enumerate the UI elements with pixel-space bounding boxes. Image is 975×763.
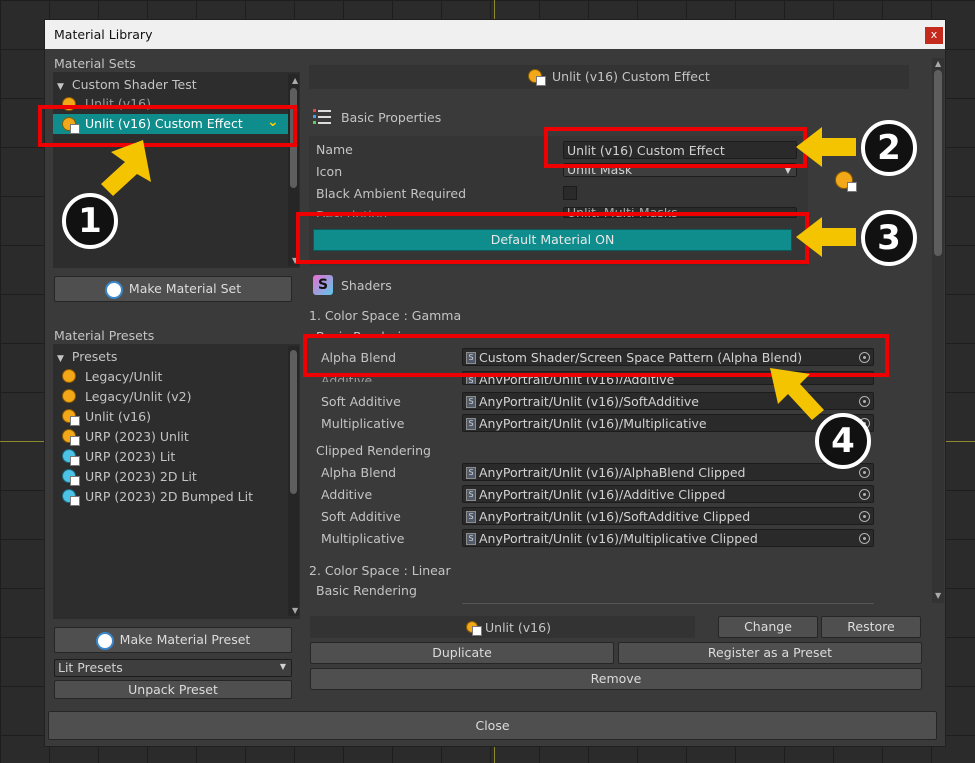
duplicate-button[interactable]: Duplicate bbox=[310, 642, 614, 664]
arrow-icon bbox=[796, 127, 856, 167]
legacy-unlit-v2-icon bbox=[62, 389, 76, 403]
unpack-preset-button[interactable]: Unpack Preset bbox=[54, 680, 292, 699]
make-material-preset-button[interactable]: Make Material Preset bbox=[54, 627, 292, 653]
pie-chart-icon bbox=[104, 280, 123, 299]
clipped-field-soft-additive[interactable]: S AnyPortrait/Unlit (v16)/SoftAdditive C… bbox=[462, 507, 874, 525]
shader-file-icon: S bbox=[466, 533, 476, 545]
black-ambient-label: Black Ambient Required bbox=[316, 186, 467, 201]
sets-group-expander[interactable]: ▼ Custom Shader Test bbox=[57, 77, 197, 92]
divider bbox=[462, 603, 874, 604]
shader-path: AnyPortrait/Unlit (v16)/Additive Clipped bbox=[479, 487, 726, 502]
arrow-icon bbox=[101, 140, 151, 196]
shader-path: AnyPortrait/Unlit (v16)/SoftAdditive bbox=[479, 394, 699, 409]
linear-basic-rendering-heading: Basic Rendering bbox=[316, 583, 417, 598]
shader-path: AnyPortrait/Unlit (v16)/SoftAdditive Cli… bbox=[479, 509, 751, 524]
annotation-box-1 bbox=[38, 105, 297, 147]
remove-button[interactable]: Remove bbox=[310, 668, 922, 690]
object-picker-icon[interactable] bbox=[859, 467, 870, 478]
annotation-box-2 bbox=[544, 127, 807, 168]
clipped-field-additive[interactable]: S AnyPortrait/Unlit (v16)/Additive Clipp… bbox=[462, 485, 874, 503]
callout-4: 4 bbox=[815, 413, 871, 469]
shader-file-icon: S bbox=[466, 467, 476, 479]
base-material-icon bbox=[466, 621, 482, 636]
presets-group-label: Presets bbox=[71, 349, 118, 364]
object-picker-icon[interactable] bbox=[859, 489, 870, 500]
object-picker-icon[interactable] bbox=[859, 396, 870, 407]
material-sets-heading: Material Sets bbox=[54, 56, 136, 71]
black-ambient-checkbox[interactable] bbox=[563, 186, 577, 200]
preset-item[interactable]: Legacy/Unlit (v2) bbox=[85, 389, 192, 404]
shader-file-icon: S bbox=[466, 511, 476, 523]
preset-item[interactable]: Unlit (v16) bbox=[85, 409, 151, 424]
presets-group-expander[interactable]: ▼ Presets bbox=[57, 349, 117, 364]
close-button[interactable]: Close bbox=[48, 711, 937, 740]
shader-icon: S bbox=[313, 275, 333, 295]
name-label: Name bbox=[316, 142, 353, 157]
base-material-label: Unlit (v16) bbox=[485, 620, 551, 635]
preset-item[interactable]: URP (2023) Unlit bbox=[85, 429, 189, 444]
preset-filter-value: Lit Presets bbox=[58, 660, 123, 675]
shader-row-label: Multiplicative bbox=[321, 416, 405, 431]
object-picker-icon[interactable] bbox=[859, 511, 870, 522]
shader-file-icon: S bbox=[466, 418, 476, 430]
icon-label: Icon bbox=[316, 164, 343, 179]
urp-unlit-icon bbox=[62, 429, 80, 446]
sets-group-label: Custom Shader Test bbox=[71, 77, 197, 92]
shader-row-label: Multiplicative bbox=[321, 531, 405, 546]
urp-lit-icon bbox=[62, 449, 80, 466]
shader-row-label: Additive bbox=[321, 487, 373, 502]
make-set-label: Make Material Set bbox=[128, 281, 242, 296]
shader-file-icon: S bbox=[466, 489, 476, 501]
detail-title: Unlit (v16) Custom Effect bbox=[552, 69, 710, 84]
list-icon bbox=[312, 108, 332, 126]
change-button[interactable]: Change bbox=[718, 616, 818, 638]
preset-item[interactable]: URP (2023) 2D Lit bbox=[85, 469, 197, 484]
shader-row-label: Soft Additive bbox=[321, 394, 401, 409]
shader-file-icon: S bbox=[466, 396, 476, 408]
callout-3: 3 bbox=[861, 210, 917, 266]
arrow-icon bbox=[796, 217, 856, 257]
callout-2: 2 bbox=[861, 120, 917, 176]
material-presets-heading: Material Presets bbox=[54, 328, 155, 343]
callout-1: 1 bbox=[62, 193, 118, 249]
clipped-field-multiplicative[interactable]: S AnyPortrait/Unlit (v16)/Multiplicative… bbox=[462, 529, 874, 547]
annotation-box-3 bbox=[296, 212, 809, 264]
window-title: Material Library bbox=[54, 27, 153, 42]
legacy-unlit-icon bbox=[62, 369, 76, 383]
shader-path: AnyPortrait/Unlit (v16)/Multiplicative C… bbox=[479, 531, 758, 546]
shaders-heading: Shaders bbox=[341, 278, 392, 293]
clipped-rendering-heading: Clipped Rendering bbox=[316, 443, 431, 458]
make-material-set-button[interactable]: Make Material Set bbox=[54, 276, 292, 302]
make-preset-label: Make Material Preset bbox=[119, 632, 251, 647]
preset-item[interactable]: Legacy/Unlit bbox=[85, 369, 162, 384]
register-preset-button[interactable]: Register as a Preset bbox=[618, 642, 922, 664]
header-material-icon bbox=[528, 69, 546, 86]
linear-heading: 2. Color Space : Linear bbox=[309, 563, 451, 578]
preset-filter-select[interactable]: Lit Presets ▼ bbox=[54, 659, 292, 677]
pie-chart-icon bbox=[95, 631, 114, 650]
shader-path: AnyPortrait/Unlit (v16)/AlphaBlend Clipp… bbox=[479, 465, 746, 480]
clipped-field-alpha-blend[interactable]: S AnyPortrait/Unlit (v16)/AlphaBlend Cli… bbox=[462, 463, 874, 481]
dropdown-arrow-icon: ▼ bbox=[279, 662, 286, 671]
title-bar: Material Library x bbox=[45, 20, 945, 49]
shader-row-label: Soft Additive bbox=[321, 509, 401, 524]
icon-preview bbox=[835, 171, 857, 192]
urp-2d-lit-icon bbox=[62, 469, 80, 486]
presets-scrollbar[interactable] bbox=[288, 346, 299, 616]
detail-scrollbar[interactable] bbox=[932, 58, 944, 603]
unlit-v16-icon bbox=[62, 409, 80, 426]
gamma-heading: 1. Color Space : Gamma bbox=[309, 308, 462, 323]
preset-item[interactable]: URP (2023) Lit bbox=[85, 449, 175, 464]
object-picker-icon[interactable] bbox=[859, 533, 870, 544]
shader-row-label: Alpha Blend bbox=[321, 465, 397, 480]
shader-path: AnyPortrait/Unlit (v16)/Multiplicative bbox=[479, 416, 707, 431]
urp-2d-bumped-lit-icon bbox=[62, 489, 80, 506]
restore-button[interactable]: Restore bbox=[821, 616, 921, 638]
window-close-button[interactable]: x bbox=[925, 27, 943, 44]
arrow-icon bbox=[770, 368, 824, 420]
preset-item[interactable]: URP (2023) 2D Bumped Lit bbox=[85, 489, 253, 504]
basic-properties-heading: Basic Properties bbox=[341, 110, 442, 125]
